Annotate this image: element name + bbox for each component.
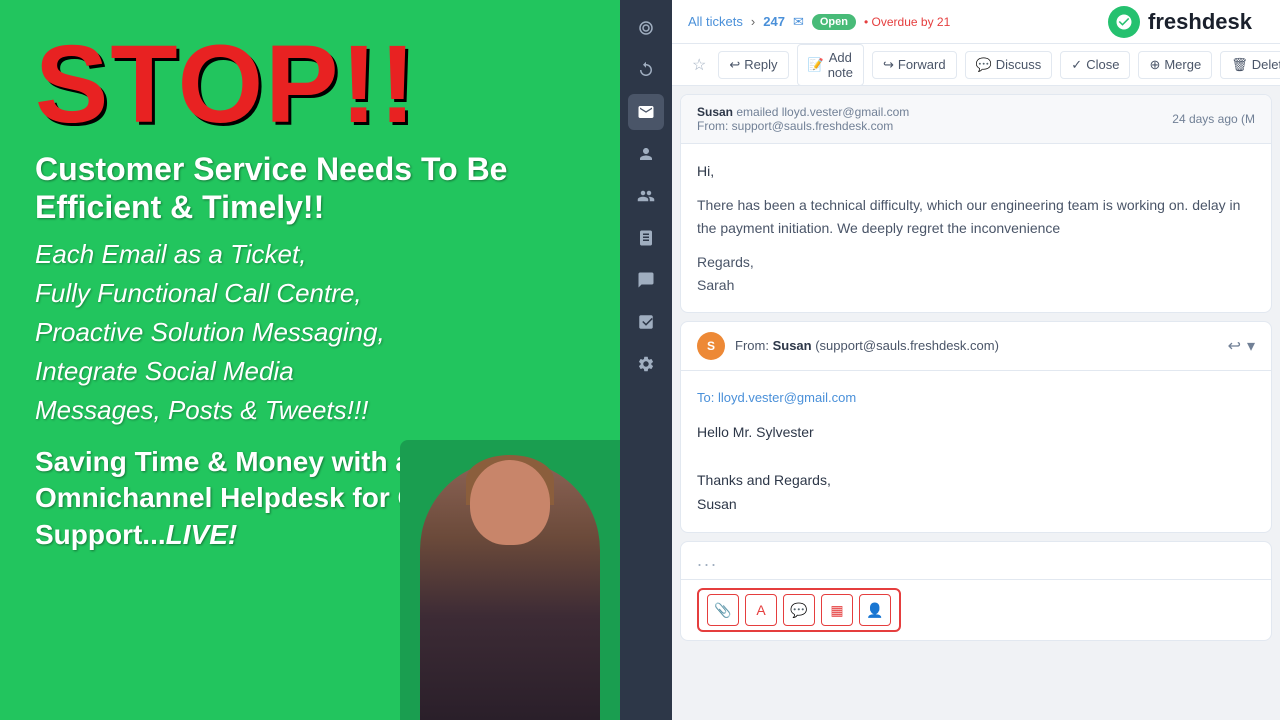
compose-emoji-button[interactable]: 💬 [783, 594, 815, 626]
second-email-thread: S From: Susan (support@sauls.freshdesk.c… [680, 321, 1272, 533]
email-message: There has been a technical difficulty, w… [697, 194, 1255, 239]
breadcrumb: All tickets › 247 ✉ Open • Overdue by 21 [688, 14, 950, 30]
email-greeting: Hi, [697, 160, 1255, 182]
top-bar: All tickets › 247 ✉ Open • Overdue by 21… [672, 0, 1280, 44]
second-email-body: To: lloyd.vester@gmail.com Hello Mr. Syl… [681, 371, 1271, 532]
second-email-signoff: Thanks and Regards, Susan [697, 469, 1255, 517]
logo-icon [1108, 6, 1140, 38]
logo-area: freshdesk [1096, 2, 1264, 42]
breadcrumb-ticket-number: 247 [763, 14, 785, 29]
breadcrumb-separator: › [751, 14, 755, 29]
features-text: Each Email as a Ticket, Fully Functional… [35, 235, 585, 430]
email-timestamp: 24 days ago (M [1172, 112, 1255, 126]
from-line: From: support@sauls.freshdesk.com [697, 119, 909, 133]
second-email-header: S From: Susan (support@sauls.freshdesk.c… [681, 322, 1271, 371]
compose-template-button[interactable]: ▦ [821, 594, 853, 626]
person-silhouette [420, 460, 600, 720]
first-email-meta: Susan emailed lloyd.vester@gmail.com Fro… [697, 105, 909, 133]
status-badge: Open [812, 14, 856, 30]
add-note-button[interactable]: 📝 Add note [797, 44, 864, 86]
breadcrumb-all-tickets[interactable]: All tickets [688, 14, 743, 29]
delete-icon: 🗑 [1231, 57, 1248, 73]
reply-arrow-icon[interactable]: ↩ [1228, 336, 1241, 356]
person-head [470, 460, 550, 545]
reply-icon: ↩ [729, 57, 740, 73]
compose-format-button[interactable]: A [745, 594, 777, 626]
merge-icon: ⊕ [1149, 57, 1160, 73]
sidebar-icon-chat[interactable] [628, 262, 664, 298]
reply-button[interactable]: ↩ Reply [718, 51, 788, 79]
to-line: To: lloyd.vester@gmail.com [697, 387, 1255, 409]
discuss-button[interactable]: 💬 Discuss [965, 51, 1053, 79]
breadcrumb-icon: ✉ [793, 14, 804, 30]
merge-button[interactable]: ⊕ Merge [1138, 51, 1212, 79]
sidebar-icon-contacts[interactable] [628, 136, 664, 172]
note-icon: 📝 [808, 57, 824, 73]
second-email-greeting: Hello Mr. Sylvester [697, 421, 1255, 445]
sidebar-icon-settings[interactable] [628, 346, 664, 382]
email-action: emailed [736, 105, 781, 119]
main-content: All tickets › 247 ✉ Open • Overdue by 21… [672, 0, 1280, 720]
sidebar-icon-knowledge[interactable] [628, 220, 664, 256]
first-email-body: Hi, There has been a technical difficult… [681, 144, 1271, 312]
avatar: S [697, 332, 725, 360]
sidebar-icon-audio[interactable] [628, 10, 664, 46]
stop-heading: STOP!! [35, 30, 585, 140]
reply-controls: ↩ ▾ [1228, 336, 1255, 356]
headline-text: Customer Service Needs To Be Efficient &… [35, 150, 585, 227]
close-button[interactable]: ✓ Close [1060, 51, 1130, 79]
first-email-header: Susan emailed lloyd.vester@gmail.com Fro… [681, 95, 1271, 144]
logo-text: freshdesk [1148, 9, 1252, 35]
second-email-from: From: Susan (support@sauls.freshdesk.com… [735, 338, 999, 353]
first-email-thread: Susan emailed lloyd.vester@gmail.com Fro… [680, 94, 1272, 313]
person-image [400, 440, 620, 720]
delete-button[interactable]: 🗑 Delete [1220, 51, 1280, 79]
forward-button[interactable]: ↪ Forward [872, 51, 957, 79]
overdue-text: • Overdue by 21 [864, 15, 950, 29]
compose-signature-button[interactable]: 👤 [859, 594, 891, 626]
compose-dots: ... [681, 542, 1271, 579]
compose-toolbar-area: 📎 A 💬 ▦ 👤 [697, 588, 901, 632]
close-icon: ✓ [1071, 57, 1082, 73]
discuss-icon: 💬 [976, 57, 992, 73]
left-panel: STOP!! Customer Service Needs To Be Effi… [0, 0, 620, 720]
sidebar-icon-refresh[interactable] [628, 52, 664, 88]
dropdown-icon[interactable]: ▾ [1247, 336, 1255, 356]
ticket-content: Susan emailed lloyd.vester@gmail.com Fro… [672, 86, 1280, 720]
compose-attach-button[interactable]: 📎 [707, 594, 739, 626]
reply-compose: ... 📎 A 💬 ▦ 👤 [680, 541, 1272, 641]
forward-icon: ↪ [883, 57, 894, 73]
compose-toolbar: 📎 A 💬 ▦ 👤 [681, 579, 1271, 640]
email-regards: Regards, Sarah [697, 251, 1255, 296]
sidebar-icon-reports[interactable] [628, 304, 664, 340]
sidebar [620, 0, 672, 720]
toolbar: ☆ ↩ Reply 📝 Add note ↪ Forward 💬 Discuss… [672, 44, 1280, 86]
star-button[interactable]: ☆ [688, 55, 710, 75]
sidebar-icon-groups[interactable] [628, 178, 664, 214]
sidebar-icon-tickets[interactable] [628, 94, 664, 130]
